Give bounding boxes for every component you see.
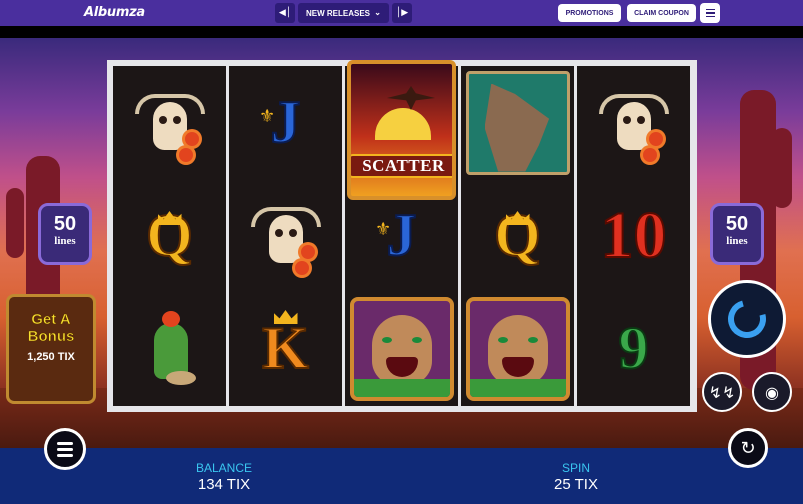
crown-icon xyxy=(273,310,298,324)
site-logo[interactable]: Albumza xyxy=(84,5,145,20)
spin-cost-display: SPIN 25 TIX xyxy=(516,461,636,493)
category-select[interactable]: NEW RELEASES ⌄ xyxy=(298,3,389,23)
symbol-cougar xyxy=(461,292,574,405)
symbol-skull xyxy=(577,66,690,179)
lines-badge-right: 50 lines xyxy=(710,203,764,265)
symbol-jack: J ⚜ xyxy=(345,179,458,292)
eagle-icon xyxy=(387,86,435,110)
fleur-de-lis-icon: ⚜ xyxy=(375,219,392,240)
sun-icon xyxy=(375,108,431,140)
lightning-icon[interactable]: ↯↯ xyxy=(702,372,742,412)
reel-5: 10 9 xyxy=(577,66,690,406)
top-bar: Albumza ◀│ NEW RELEASES ⌄ │▶ PROMOTIONS … xyxy=(0,0,803,26)
promotions-button[interactable]: PROMOTIONS xyxy=(558,4,621,22)
lines-label: lines xyxy=(54,235,76,247)
symbol-wolf xyxy=(461,66,574,179)
balance-display: BALANCE 134 TIX xyxy=(164,461,284,493)
skip-previous-icon[interactable]: ◀│ xyxy=(275,3,295,23)
claim-coupon-button[interactable]: CLAIM COUPON xyxy=(627,4,696,22)
lines-count: 50 xyxy=(53,213,77,235)
reels-frame: Q J ⚜ K SCATTER J ⚜ Q 10 9 xyxy=(107,60,697,412)
symbol-king: K xyxy=(229,292,342,405)
fleur-de-lis-icon: ⚜ xyxy=(259,106,276,127)
bonus-price: 1,250 TIX xyxy=(27,351,75,363)
lines-count: 50 xyxy=(725,213,749,235)
lines-label: lines xyxy=(726,235,748,247)
symbol-cougar xyxy=(345,292,458,405)
symbol-letter: K xyxy=(261,314,310,382)
symbol-letter: 9 xyxy=(618,314,650,382)
hamburger-menu-icon[interactable] xyxy=(700,3,720,23)
symbol-skull xyxy=(229,179,342,292)
cactus-arm-right xyxy=(772,128,792,208)
symbol-cactus xyxy=(113,292,226,405)
symbol-nine: 9 xyxy=(577,292,690,405)
symbol-letter: 10 xyxy=(600,198,668,273)
symbol-queen: Q xyxy=(113,179,226,292)
get-a-bonus-button[interactable]: Get A Bonus 1,250 TIX xyxy=(6,294,96,404)
skip-next-icon[interactable]: │▶ xyxy=(392,3,412,23)
bottom-bar: BALANCE 134 TIX SPIN 25 TIX ↻ xyxy=(0,428,803,504)
category-select-label: NEW RELEASES xyxy=(306,8,371,18)
reel-4: Q xyxy=(461,66,574,406)
symbol-skull xyxy=(113,66,226,179)
balance-value: 134 TIX xyxy=(197,476,251,493)
symbol-jack: J ⚜ xyxy=(229,66,342,179)
spin-label: SPIN xyxy=(561,461,590,475)
spin-value: 25 TIX xyxy=(554,476,598,493)
symbol-ten: 10 xyxy=(577,179,690,292)
lines-badge-left: 50 lines xyxy=(38,203,92,265)
spin-refresh-icon xyxy=(721,293,773,345)
reel-3: SCATTER J ⚜ xyxy=(345,60,458,406)
cactus-arm-left xyxy=(6,188,24,258)
reel-1: Q xyxy=(113,66,226,406)
scatter-label: SCATTER xyxy=(351,154,452,178)
symbol-queen: Q xyxy=(461,179,574,292)
slot-game-area: 50 lines 50 lines Get A Bonus 1,250 TIX … xyxy=(0,38,803,448)
hamburger-menu-icon[interactable] xyxy=(44,428,86,470)
chevron-down-icon: ⌄ xyxy=(374,8,381,17)
bonus-title: Get A Bonus xyxy=(27,311,75,346)
reel-2: J ⚜ K xyxy=(229,66,342,406)
balance-label: BALANCE xyxy=(195,461,253,475)
autoplay-refresh-icon[interactable]: ↻ xyxy=(728,428,768,468)
spin-button[interactable] xyxy=(708,280,786,358)
coins-icon[interactable]: ◉ xyxy=(752,372,792,412)
